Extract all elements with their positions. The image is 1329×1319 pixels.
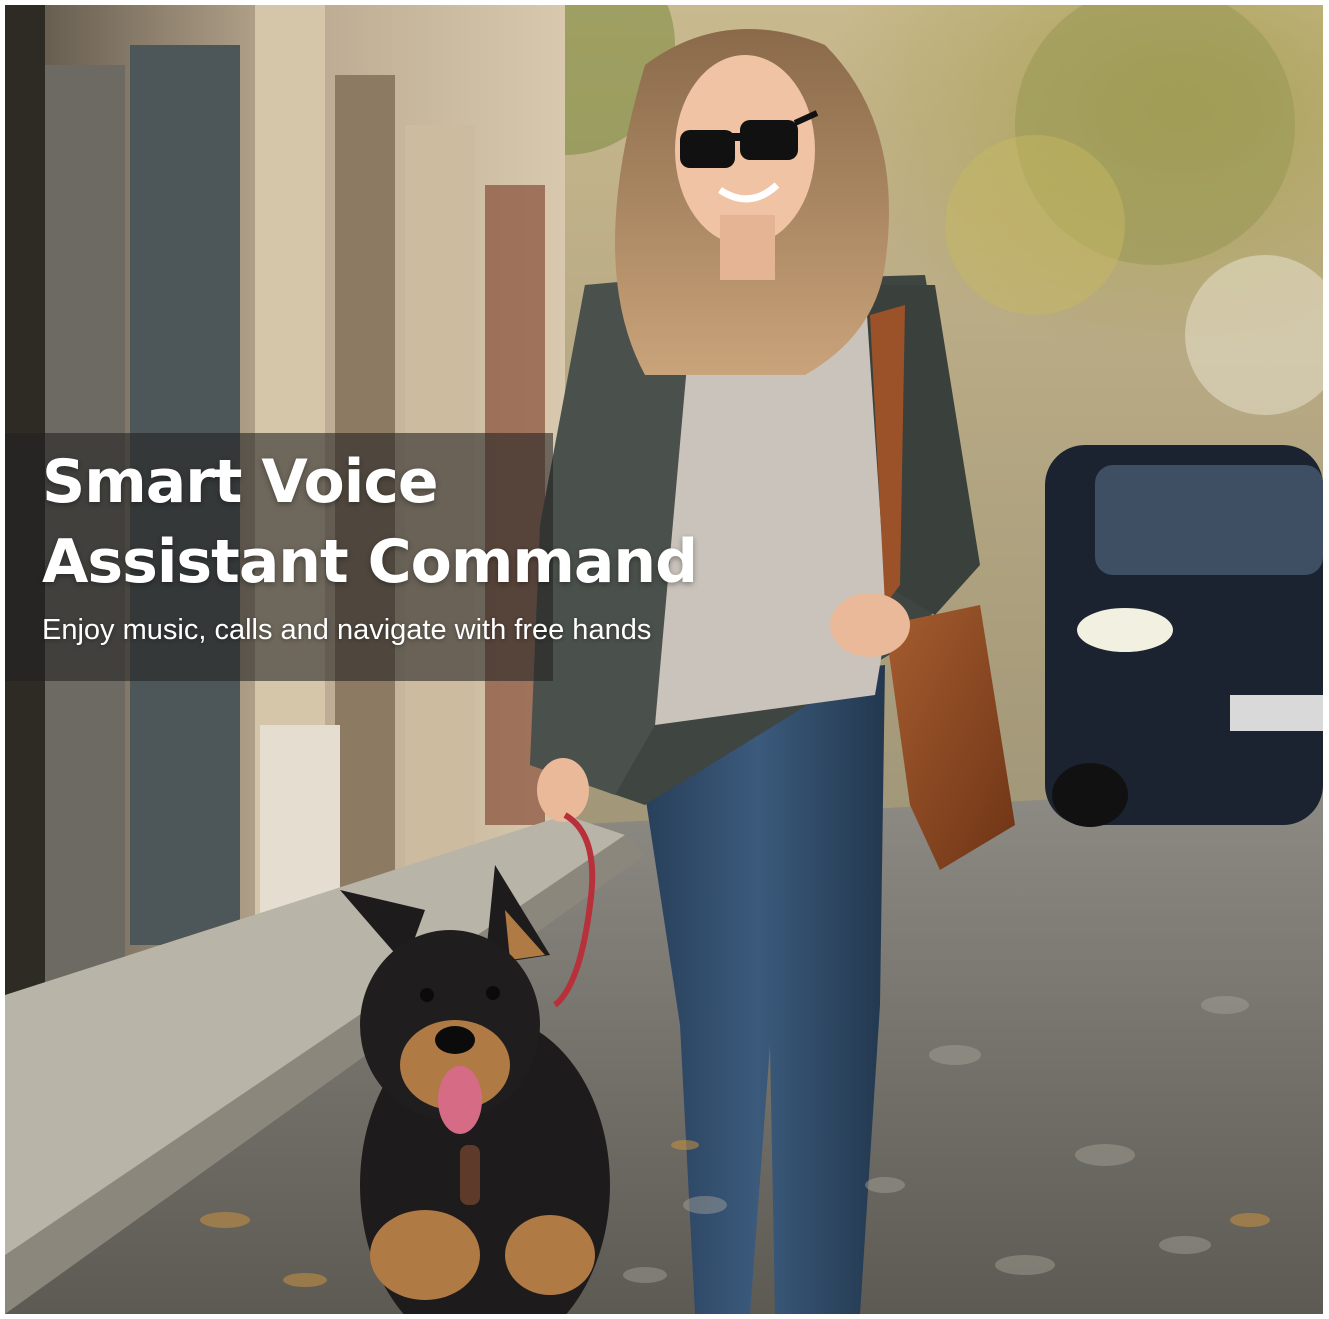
headline: Smart Voice Assistant Command [42, 442, 802, 602]
product-photo-frame [5, 5, 1323, 1314]
headline-line-1: Smart Voice [42, 447, 439, 517]
subheadline: Enjoy music, calls and navigate with fre… [42, 614, 652, 646]
headline-line-2: Assistant Command [42, 527, 698, 597]
